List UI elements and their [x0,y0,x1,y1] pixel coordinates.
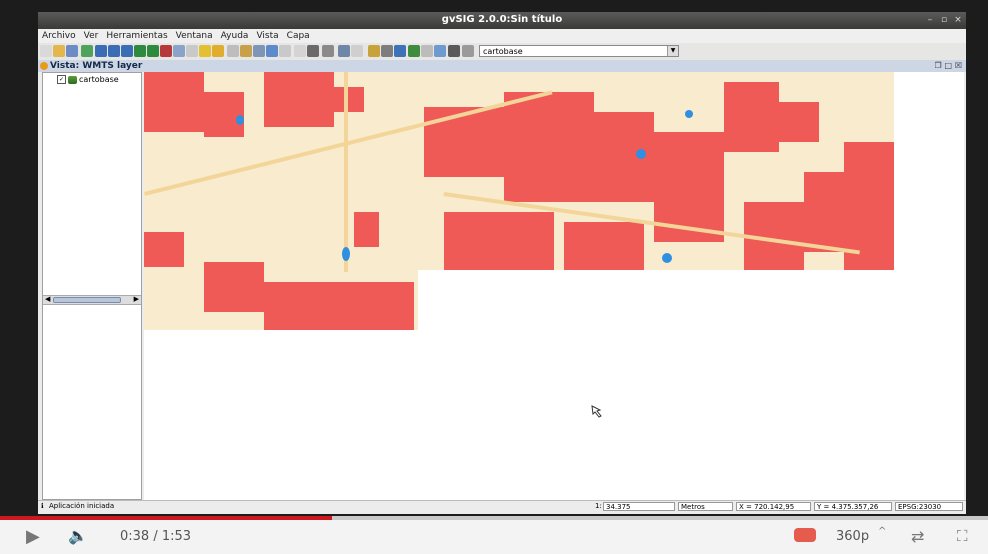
polygon-select-icon[interactable] [307,45,319,57]
status-message: Aplicación iniciada [49,502,115,510]
comment-icon[interactable] [794,528,816,542]
toc-horizontal-scrollbar[interactable]: ◀ ▶ [43,295,141,305]
loop-icon[interactable]: ⇄ [911,527,924,546]
chevron-up-icon[interactable]: ^ [878,526,886,537]
tool-extra-icon[interactable] [421,45,433,57]
layer-combo[interactable]: cartobase ▼ [479,45,679,57]
chevron-down-icon[interactable]: ▼ [667,46,678,56]
zoom-out-icon[interactable] [108,45,120,57]
scroll-right-icon[interactable]: ▶ [134,295,139,303]
cursor-icon [591,405,602,418]
menu-ventana[interactable]: Ventana [176,31,213,41]
zoom-in-icon[interactable] [95,45,107,57]
layer-table-icon[interactable] [408,45,420,57]
magnifier-icon[interactable] [322,45,334,57]
raster-icon[interactable] [434,45,446,57]
layer-visibility-checkbox[interactable]: ✓ [57,75,66,84]
menu-bar: Archivo Ver Herramientas Ventana Ayuda V… [38,29,966,43]
view-window-buttons[interactable]: ❐ □ ☒ [935,60,962,72]
map-tiles [144,72,894,418]
layer-icon [68,75,77,84]
area-icon[interactable] [240,45,252,57]
full-extent-icon[interactable] [147,45,159,57]
open-folder-icon[interactable] [53,45,65,57]
menu-vista[interactable]: Vista [256,31,278,41]
volume-icon[interactable]: 🔈 [68,526,88,545]
zoom-select-icon[interactable] [121,45,133,57]
add-layer-icon[interactable] [81,45,93,57]
maximize-button[interactable]: ▫ [938,14,950,26]
measure-icon[interactable] [227,45,239,57]
units-select[interactable]: Metros [678,502,733,511]
menu-ayuda[interactable]: Ayuda [221,31,249,41]
fullscreen-icon[interactable]: ⛶ [957,527,968,545]
tool-icon[interactable] [381,45,393,57]
pan-icon[interactable] [134,45,146,57]
previous-extent-icon[interactable] [173,45,185,57]
time-display: 0:38 / 1:53 [120,529,192,544]
progress-fill [0,516,332,520]
scale-prefix: 1: [595,502,602,510]
status-bar: ℹ Aplicación iniciada 1: 34.375 Metros X… [38,500,966,513]
layer-name: cartobase [79,75,119,84]
layout-icon[interactable] [279,45,291,57]
quality-label[interactable]: 360p [836,529,869,544]
scale-input[interactable]: 34.375 [603,502,675,511]
info-icon[interactable] [199,45,211,57]
search-icon[interactable] [394,45,406,57]
video-player-controls: ▶ 🔈 0:38 / 1:53 360p ^ ⇄ ⛶ [0,516,988,554]
toc-layer-item[interactable]: ✓ cartobase [57,75,119,84]
layer-combo-value: cartobase [483,47,523,56]
toc-layer-list: ✓ cartobase [43,73,141,295]
y-coordinate: Y = 4.375.357,26 [814,502,892,511]
toolbar: cartobase ▼ [38,43,966,61]
progress-bar[interactable] [0,516,988,520]
view-title: Vista: WMTS layer [50,61,143,71]
play-icon[interactable]: ▶ [26,526,40,547]
menu-capa[interactable]: Capa [287,31,310,41]
crs-indicator: EPSG:23030 [895,502,963,511]
info-icon: ℹ [41,502,44,510]
view-icon [40,62,48,70]
table-icon[interactable] [266,45,278,57]
view-titlebar: Vista: WMTS layer ❐ □ ☒ [38,60,966,72]
hyperlink-icon[interactable] [212,45,224,57]
close-button[interactable]: × [952,14,964,26]
save-icon[interactable] [66,45,78,57]
layer-selector-icon [462,45,474,57]
edit-icon[interactable] [368,45,380,57]
window-title: gvSIG 2.0.0:Sin título [441,14,563,25]
map-canvas[interactable] [144,72,964,500]
gvsig-window: gvSIG 2.0.0:Sin título – ▫ × Archivo Ver… [38,12,966,514]
window-titlebar: gvSIG 2.0.0:Sin título – ▫ × [38,12,966,29]
menu-ver[interactable]: Ver [84,31,99,41]
minimize-button[interactable]: – [924,14,936,26]
table-of-contents: ✓ cartobase ◀ ▶ [42,72,142,500]
clear-selection-icon[interactable] [160,45,172,57]
x-coordinate: X = 720.142,95 [736,502,811,511]
scroll-thumb[interactable] [53,297,121,303]
rectangle-select-icon[interactable] [294,45,306,57]
menu-herramientas[interactable]: Herramientas [106,31,167,41]
export-icon[interactable] [448,45,460,57]
select-icon[interactable] [186,45,198,57]
print-icon[interactable] [351,45,363,57]
view-properties-icon[interactable] [338,45,350,57]
new-file-icon[interactable] [40,45,52,57]
scroll-left-icon[interactable]: ◀ [45,295,50,303]
video-frame: gvSIG 2.0.0:Sin título – ▫ × Archivo Ver… [0,0,988,516]
locator-icon[interactable] [253,45,265,57]
menu-archivo[interactable]: Archivo [42,31,76,41]
